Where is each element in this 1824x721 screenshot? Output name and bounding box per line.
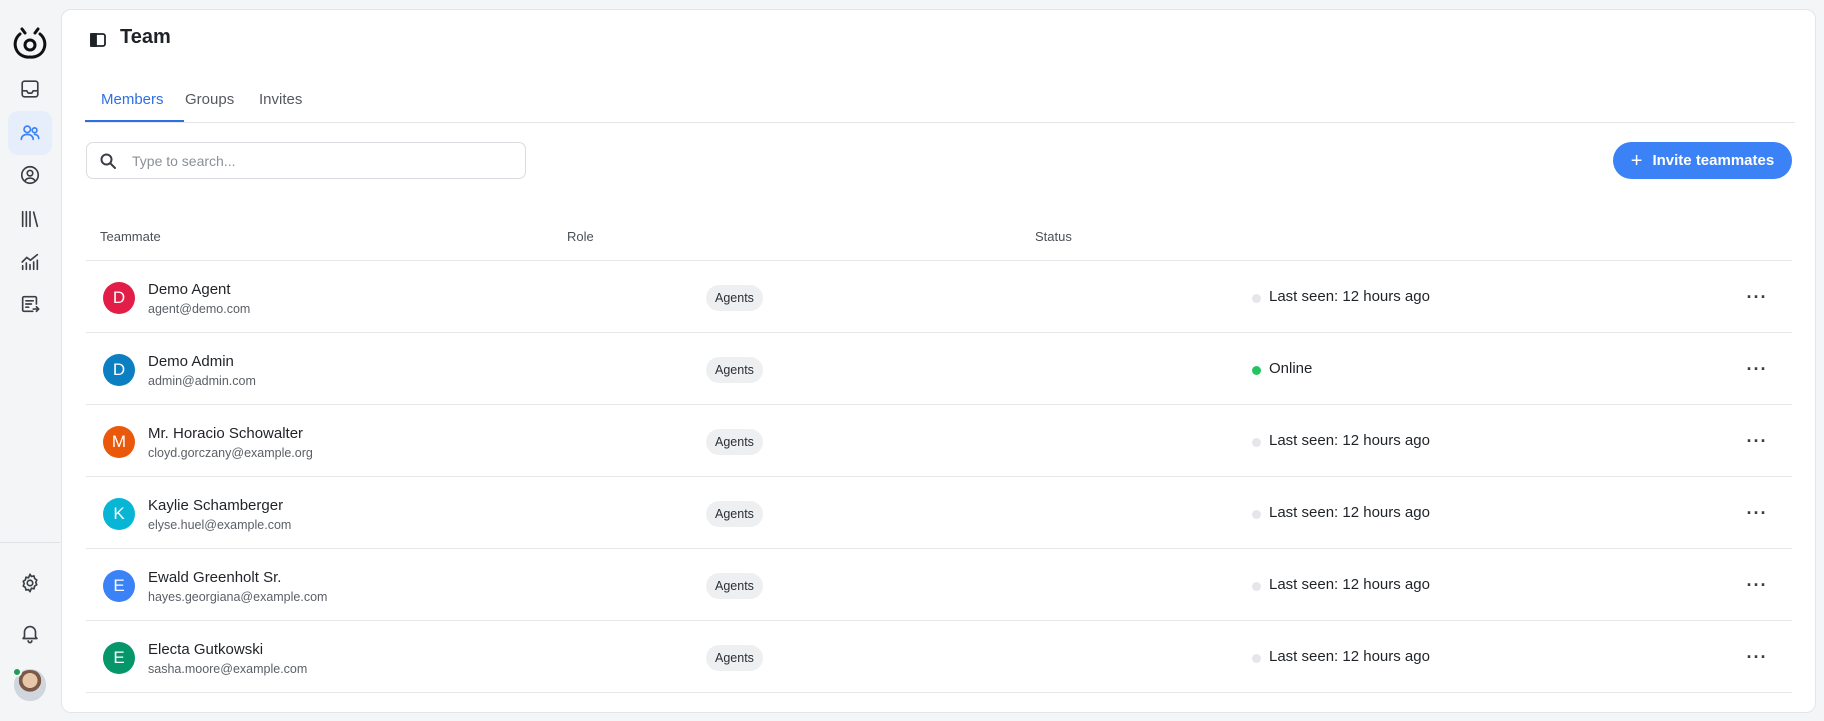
sidebar-item-reports[interactable] xyxy=(8,240,52,284)
status-dot xyxy=(1252,294,1261,303)
library-icon xyxy=(21,210,39,228)
member-name: Mr. Horacio Schowalter xyxy=(148,425,304,442)
table-row[interactable]: M Mr. Horacio Schowalter cloyd.gorczany@… xyxy=(86,405,1792,477)
campaigns-icon xyxy=(21,295,40,313)
sidebar-toggle-icon[interactable] xyxy=(89,31,107,49)
table-row[interactable]: D Demo Agent agent@demo.com Agents Last … xyxy=(86,261,1792,333)
role-badge: Agents xyxy=(706,429,763,455)
role-badge: Agents xyxy=(706,501,763,527)
role-badge: Agents xyxy=(706,357,763,383)
column-header-teammate: Teammate xyxy=(100,229,161,244)
member-email: elyse.huel@example.com xyxy=(148,518,292,532)
gear-icon xyxy=(22,573,38,593)
member-avatar: M xyxy=(103,426,135,458)
status-dot xyxy=(1252,438,1261,447)
member-avatar: D xyxy=(103,354,135,386)
status-text: Online xyxy=(1269,360,1313,377)
sidebar-item-campaigns[interactable] xyxy=(8,282,52,326)
sidebar-item-settings[interactable] xyxy=(8,561,52,605)
main-panel: Team Members Groups Invites + Invite tea… xyxy=(61,9,1816,713)
user-online-indicator xyxy=(12,667,22,677)
member-name: Demo Admin xyxy=(148,353,234,370)
role-badge: Agents xyxy=(706,645,763,671)
bell-icon xyxy=(22,625,38,644)
tab-groups[interactable]: Groups xyxy=(185,91,234,123)
member-name: Demo Agent xyxy=(148,281,231,298)
member-email: cloyd.gorczany@example.org xyxy=(148,446,313,460)
sidebar xyxy=(0,0,60,721)
member-email: agent@demo.com xyxy=(148,302,251,316)
logo-icon[interactable] xyxy=(12,24,48,60)
more-options-icon[interactable]: ··· xyxy=(1745,575,1769,595)
column-header-role: Role xyxy=(567,229,594,244)
active-tab-underline xyxy=(85,120,184,122)
table-row[interactable]: E Ewald Greenholt Sr. hayes.georgiana@ex… xyxy=(86,549,1792,621)
sidebar-item-inbox[interactable] xyxy=(8,67,52,111)
role-badge: Agents xyxy=(706,573,763,599)
more-options-icon[interactable]: ··· xyxy=(1745,359,1769,379)
search-box[interactable] xyxy=(86,142,526,179)
member-email: sasha.moore@example.com xyxy=(148,662,308,676)
member-avatar: K xyxy=(103,498,135,530)
member-email: admin@admin.com xyxy=(148,374,256,388)
more-options-icon[interactable]: ··· xyxy=(1745,431,1769,451)
member-name: Kaylie Schamberger xyxy=(148,497,284,514)
member-email: hayes.georgiana@example.com xyxy=(148,590,328,604)
sidebar-divider xyxy=(0,542,60,543)
member-avatar: D xyxy=(103,282,135,314)
status-text: Last seen: 12 hours ago xyxy=(1269,648,1430,665)
more-options-icon[interactable]: ··· xyxy=(1745,287,1769,307)
column-header-status: Status xyxy=(1035,229,1072,244)
search-input[interactable] xyxy=(132,149,512,173)
status-dot xyxy=(1252,510,1261,519)
tab-bar: Members Groups Invites xyxy=(85,73,1795,123)
more-options-icon[interactable]: ··· xyxy=(1745,503,1769,523)
inbox-icon xyxy=(21,80,39,98)
status-dot xyxy=(1252,366,1261,375)
member-name: Electa Gutkowski xyxy=(148,641,264,658)
status-text: Last seen: 12 hours ago xyxy=(1269,504,1430,521)
sidebar-item-notifications[interactable] xyxy=(8,611,52,655)
sidebar-item-library[interactable] xyxy=(8,197,52,241)
members-table: Teammate Role Status D Demo Agent agent@… xyxy=(86,210,1792,693)
page-title: Team xyxy=(120,26,171,48)
table-row[interactable]: K Kaylie Schamberger elyse.huel@example.… xyxy=(86,477,1792,549)
tab-invites[interactable]: Invites xyxy=(259,91,302,123)
status-dot xyxy=(1252,654,1261,663)
plus-icon: + xyxy=(1630,149,1643,172)
reports-icon xyxy=(21,253,39,271)
member-name: Ewald Greenholt Sr. xyxy=(148,569,282,586)
search-icon xyxy=(100,153,116,169)
table-row[interactable]: E Electa Gutkowski sasha.moore@example.c… xyxy=(86,621,1792,693)
users-icon xyxy=(20,125,40,141)
invite-teammates-button[interactable]: + Invite teammates xyxy=(1613,142,1792,179)
invite-teammates-label: Invite teammates xyxy=(1652,152,1775,169)
status-text: Last seen: 12 hours ago xyxy=(1269,576,1430,593)
status-text: Last seen: 12 hours ago xyxy=(1269,288,1430,305)
member-avatar: E xyxy=(103,570,135,602)
more-options-icon[interactable]: ··· xyxy=(1745,647,1769,667)
table-body: D Demo Agent agent@demo.com Agents Last … xyxy=(86,261,1792,693)
status-text: Last seen: 12 hours ago xyxy=(1269,432,1430,449)
sidebar-item-team[interactable] xyxy=(8,111,52,155)
member-avatar: E xyxy=(103,642,135,674)
role-badge: Agents xyxy=(706,285,763,311)
status-dot xyxy=(1252,582,1261,591)
table-row[interactable]: D Demo Admin admin@admin.com Agents Onli… xyxy=(86,333,1792,405)
contact-icon xyxy=(20,165,40,185)
tab-members[interactable]: Members xyxy=(101,91,164,123)
sidebar-item-contacts[interactable] xyxy=(8,153,52,197)
table-header: Teammate Role Status xyxy=(86,210,1792,261)
